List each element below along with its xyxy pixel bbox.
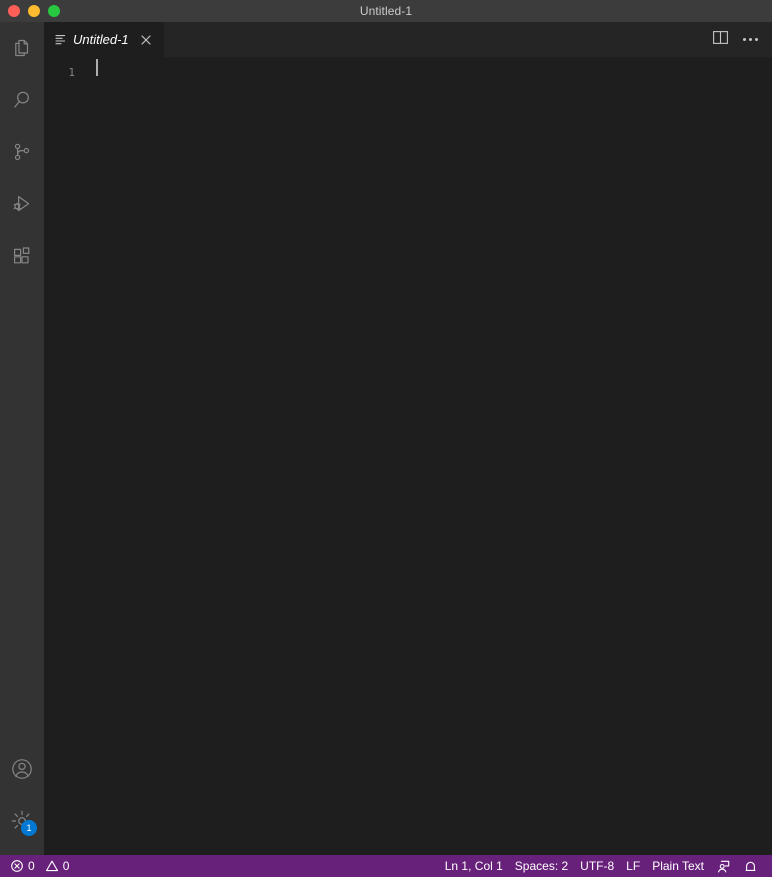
- activity-bar: 1: [0, 22, 44, 855]
- line-number: 1: [68, 66, 75, 79]
- split-editor-right-button[interactable]: [706, 26, 734, 54]
- more-actions-button[interactable]: [736, 26, 764, 54]
- language-mode-text: Plain Text: [652, 859, 704, 873]
- close-window-button[interactable]: [8, 5, 20, 17]
- indentation-text: Spaces: 2: [514, 859, 569, 873]
- run-and-debug-icon: [10, 192, 34, 216]
- text-editor[interactable]: 1: [44, 57, 772, 855]
- problems-count: 0: [28, 859, 35, 873]
- tab-label: Untitled-1: [73, 32, 129, 47]
- status-bar-item-problems[interactable]: 0 0: [0, 855, 75, 877]
- tab-list: Untitled-1: [44, 22, 164, 57]
- status-bar-item-notifications[interactable]: [737, 855, 764, 877]
- more-actions-icon: [742, 38, 758, 41]
- status-bar-item-eol[interactable]: LF: [620, 855, 646, 877]
- status-bar-item-language-mode[interactable]: Plain Text: [646, 855, 710, 877]
- activity-bar-bottom-group: 1: [0, 743, 44, 855]
- activity-bar-item-accounts[interactable]: [0, 743, 44, 795]
- editor-actions: [706, 22, 772, 57]
- status-bar-item-live-share[interactable]: [710, 855, 737, 877]
- activity-bar-item-run-and-debug[interactable]: [0, 178, 44, 230]
- extensions-icon: [10, 244, 34, 268]
- warnings-count: 0: [62, 859, 70, 873]
- minimize-window-button[interactable]: [28, 5, 40, 17]
- activity-bar-item-manage[interactable]: 1: [0, 795, 44, 847]
- code-content[interactable]: [96, 57, 772, 855]
- status-bar-left: 0 0: [0, 855, 75, 877]
- plain-text-file-icon: [55, 33, 68, 46]
- line-number-gutter: 1: [44, 57, 96, 855]
- workbench-body: 1 Untitled-1 1: [0, 22, 772, 855]
- manage-badge: 1: [21, 820, 37, 836]
- editor-group: Untitled-1 1: [44, 22, 772, 855]
- account-icon: [9, 756, 35, 782]
- maximize-window-button[interactable]: [48, 5, 60, 17]
- split-editor-icon: [712, 29, 729, 51]
- text-cursor: [96, 59, 98, 76]
- explorer-icon: [10, 36, 34, 60]
- activity-bar-item-source-control[interactable]: [0, 126, 44, 178]
- status-bar: 0 0 Ln 1, Col 1 Spaces: 2 UTF-8 LF Plain…: [0, 855, 772, 877]
- tab-untitled-1[interactable]: Untitled-1: [44, 22, 164, 57]
- search-icon: [10, 88, 34, 112]
- window-title: Untitled-1: [359, 4, 413, 18]
- status-bar-right: Ln 1, Col 1 Spaces: 2 UTF-8 LF Plain Tex…: [439, 855, 772, 877]
- bell-icon: [743, 859, 758, 874]
- title-bar: Untitled-1: [0, 0, 772, 22]
- activity-bar-item-extensions[interactable]: [0, 230, 44, 282]
- warning-icon: [45, 859, 59, 873]
- activity-bar-item-search[interactable]: [0, 74, 44, 126]
- live-share-icon: [716, 859, 731, 874]
- cursor-position-text: Ln 1, Col 1: [444, 859, 503, 873]
- source-control-icon: [10, 140, 34, 164]
- vscode-window: Untitled-1 1 Untitled-1 1 0 0 Ln 1, Col …: [0, 0, 772, 877]
- encoding-text: UTF-8: [580, 859, 615, 873]
- tab-bar: Untitled-1: [44, 22, 772, 57]
- window-controls: [8, 0, 60, 22]
- status-bar-item-indentation[interactable]: Spaces: 2: [509, 855, 574, 877]
- error-icon: [10, 859, 24, 873]
- status-bar-item-encoding[interactable]: UTF-8: [574, 855, 620, 877]
- eol-text: LF: [626, 859, 641, 873]
- activity-bar-item-explorer[interactable]: [0, 22, 44, 74]
- activity-bar-top-group: [0, 22, 44, 282]
- tab-close-icon[interactable]: [138, 32, 154, 48]
- status-bar-item-cursor-position[interactable]: Ln 1, Col 1: [439, 855, 509, 877]
